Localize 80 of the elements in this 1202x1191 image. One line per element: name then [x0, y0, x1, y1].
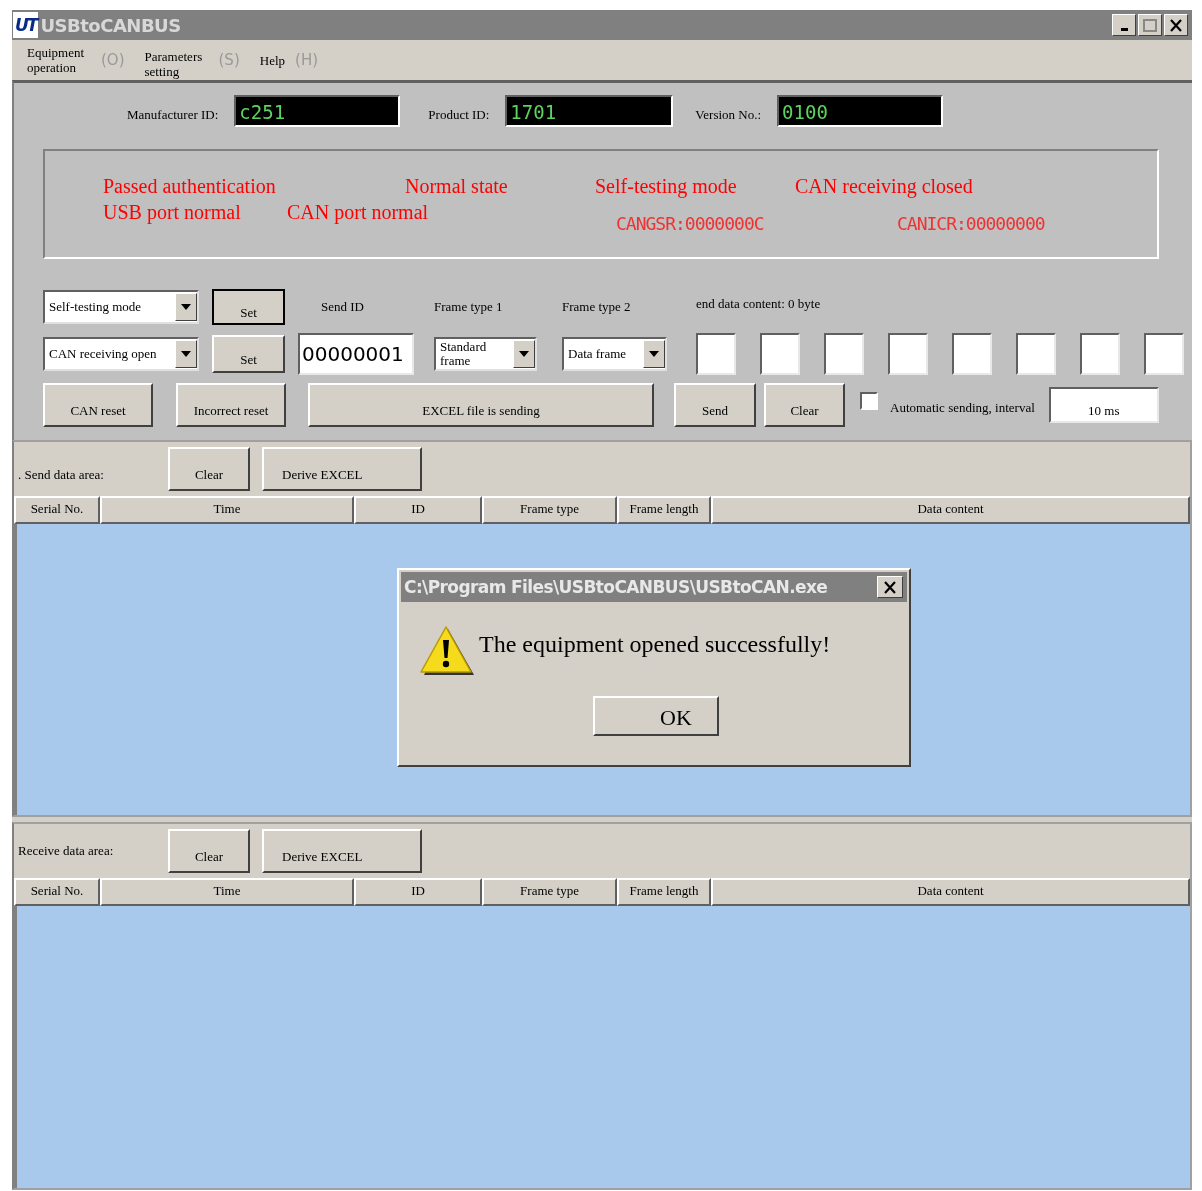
close-button[interactable]	[877, 576, 903, 598]
clear-button[interactable]: Clear	[764, 383, 845, 427]
dialog-title: C:\Program Files\USBtoCANBUS\USBtoCAN.exe	[403, 577, 828, 597]
derive-excel-button[interactable]: Derive EXCEL	[262, 829, 422, 873]
dropdown[interactable]: Self-testing mode	[43, 290, 199, 324]
byte-field[interactable]	[952, 333, 992, 375]
column-header[interactable]: Time	[100, 496, 354, 524]
caret-icon	[180, 350, 192, 358]
column-header[interactable]: Frame type	[482, 878, 617, 906]
send-button[interactable]: Send	[674, 383, 756, 427]
can-reset-button[interactable]: CAN reset	[43, 383, 153, 427]
incorrect-reset-button[interactable]: Incorrect reset	[176, 383, 286, 427]
clear-button[interactable]: Clear	[168, 447, 250, 491]
clear-button[interactable]: Clear	[168, 829, 250, 873]
set-button[interactable]: Set	[212, 289, 285, 325]
app-logo: UT	[13, 12, 39, 38]
column-header[interactable]: Frame type	[482, 496, 617, 524]
auto-send-checkbox[interactable]	[860, 392, 878, 410]
interval-field[interactable]: 10 ms	[1048, 387, 1159, 423]
byte-field[interactable]	[1016, 333, 1056, 375]
column-header[interactable]: ID	[354, 878, 482, 906]
byte-field[interactable]	[696, 333, 736, 375]
field-label: end data content: 0 byte	[696, 296, 822, 312]
column-header[interactable]: Data content	[711, 496, 1190, 524]
minimize-icon	[1120, 27, 1128, 31]
field-label: Send ID	[320, 299, 365, 315]
area-label: . Send data area:	[18, 466, 105, 483]
caret-icon	[518, 350, 530, 358]
ok-button[interactable]: OK	[593, 696, 719, 736]
column-header[interactable]: Serial No.	[14, 878, 100, 906]
window-title: USBtoCANBUS	[40, 14, 181, 36]
caret-icon	[648, 350, 660, 358]
send-id-field[interactable]: 00000001	[298, 333, 414, 375]
column-header[interactable]: Frame length	[617, 878, 711, 906]
close-button[interactable]	[1164, 14, 1188, 36]
menu-item[interactable]: Parameters setting (S)	[144, 41, 260, 79]
field-label: Version No.:	[695, 106, 762, 123]
status-text: USB port normal	[103, 200, 242, 226]
derive-excel-button[interactable]: Derive EXCEL	[262, 447, 422, 491]
column-header[interactable]: Frame length	[617, 496, 711, 524]
excel-send-button[interactable]: EXCEL file is sending	[308, 383, 654, 427]
menu-item[interactable]: Help (H)	[259, 51, 338, 69]
byte-field[interactable]	[1144, 333, 1184, 375]
register-value: CANGSR:0000000C	[616, 213, 765, 235]
dropdown[interactable]: CAN receiving open	[43, 337, 199, 371]
area-label: Receive data area:	[18, 843, 115, 859]
lcd-display: 1701	[505, 95, 674, 127]
column-header[interactable]: ID	[354, 496, 482, 524]
status-text: Self-testing mode	[595, 174, 738, 199]
field-label: Manufacturer ID:	[127, 106, 219, 123]
byte-field[interactable]	[824, 333, 864, 375]
status-text: CAN receiving closed	[795, 174, 973, 199]
dropdown[interactable]: Data frame	[562, 337, 667, 371]
dialog-message: The equipment opened successfully!	[479, 630, 831, 658]
byte-field[interactable]	[760, 333, 800, 375]
column-header[interactable]: Serial No.	[14, 496, 100, 524]
column-header[interactable]: Data content	[711, 878, 1190, 906]
close-icon	[883, 580, 897, 594]
byte-field[interactable]	[1080, 333, 1120, 375]
lcd-display: c251	[234, 95, 401, 127]
status-text: Passed authentication	[103, 174, 277, 199]
set-button[interactable]: Set	[212, 335, 285, 373]
lcd-display: 0100	[777, 95, 944, 127]
register-value: CANICR:00000000	[897, 213, 1045, 235]
close-icon	[1169, 18, 1183, 32]
maximize-icon	[1143, 18, 1157, 32]
dropdown[interactable]: Standard frame	[434, 337, 537, 371]
field-label: Product ID:	[428, 106, 490, 123]
status-text: Normal state	[405, 174, 509, 199]
field-label: Frame type 2	[562, 299, 632, 315]
warning-icon	[419, 624, 475, 678]
status-text: CAN port normal	[287, 200, 430, 226]
caret-icon	[180, 303, 192, 311]
field-label: Frame type 1	[434, 299, 504, 315]
minimize-button[interactable]	[1112, 14, 1136, 36]
maximize-button[interactable]	[1138, 14, 1162, 36]
column-header[interactable]: Time	[100, 878, 354, 906]
checkbox-label: Automatic sending, interval	[890, 400, 1035, 416]
byte-field[interactable]	[888, 333, 928, 375]
menu-item[interactable]: Equipment operation (O)	[27, 45, 145, 75]
